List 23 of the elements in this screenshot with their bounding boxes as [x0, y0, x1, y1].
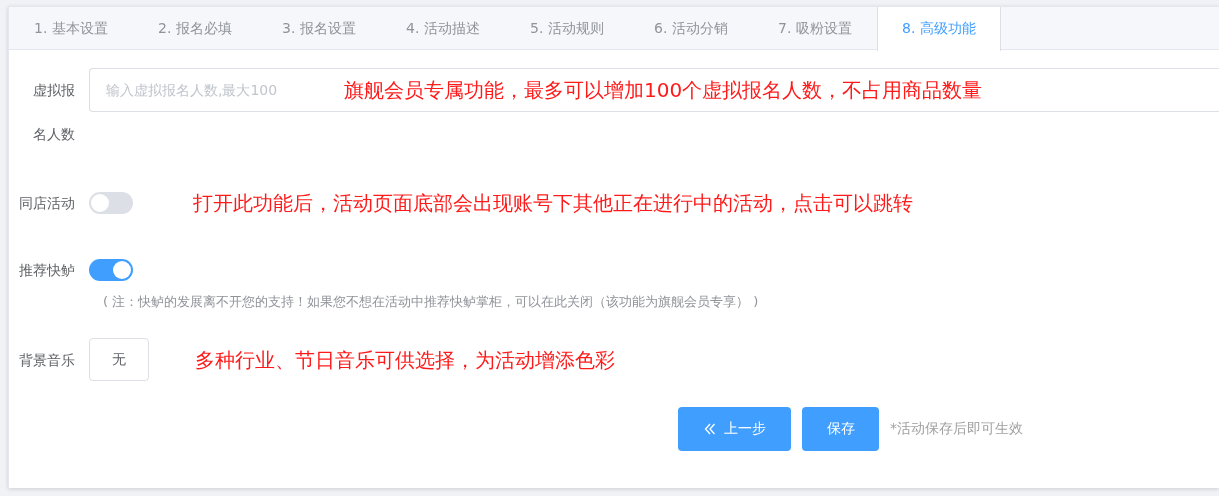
annotation-text: 旗舰会员专属功能，最多可以增加100个虚拟报名人数，不占用商品数量: [344, 77, 983, 104]
annotation-text: 多种行业、节日音乐可供选择，为活动增添色彩: [195, 347, 615, 374]
field-label: 虚拟报名人数: [32, 81, 76, 144]
field-label: 同店活动: [18, 194, 76, 213]
step-tab[interactable]: 5. 活动规则: [505, 7, 629, 50]
toggle-switch[interactable]: [89, 259, 133, 281]
step-tab[interactable]: 4. 活动描述: [381, 7, 505, 50]
previous-step-button[interactable]: 上一步: [678, 407, 791, 451]
step-tab[interactable]: 1. 基本设置: [9, 7, 133, 50]
toggle-switch[interactable]: [89, 192, 133, 214]
field-label: 背景音乐: [18, 351, 76, 370]
note-text: ( 注：快鲈的发展离不开您的支持！如果您不想在活动中推荐快鲈掌柜，可以在此关闭（该功能为旗舰会员专享） ): [103, 293, 760, 311]
step-tab[interactable]: 2. 报名必填: [133, 7, 257, 50]
double-chevron-left-icon: [703, 423, 716, 435]
hint-text: *活动保存后即可生效: [890, 420, 1023, 438]
step-tab[interactable]: 6. 活动分销: [629, 7, 753, 50]
annotation-text: 打开此功能后，活动页面底部会出现账号下其他正在进行中的活动，点击可以跳转: [193, 190, 913, 217]
field-label: 推荐快鲈: [18, 261, 76, 280]
step-tab[interactable]: 3. 报名设置: [257, 7, 381, 50]
music-select[interactable]: 无: [89, 338, 149, 381]
step-tab[interactable]: 8. 高级功能: [877, 7, 1001, 51]
save-button[interactable]: 保存: [802, 407, 879, 451]
step-tab[interactable]: 7. 吸粉设置: [753, 7, 877, 50]
